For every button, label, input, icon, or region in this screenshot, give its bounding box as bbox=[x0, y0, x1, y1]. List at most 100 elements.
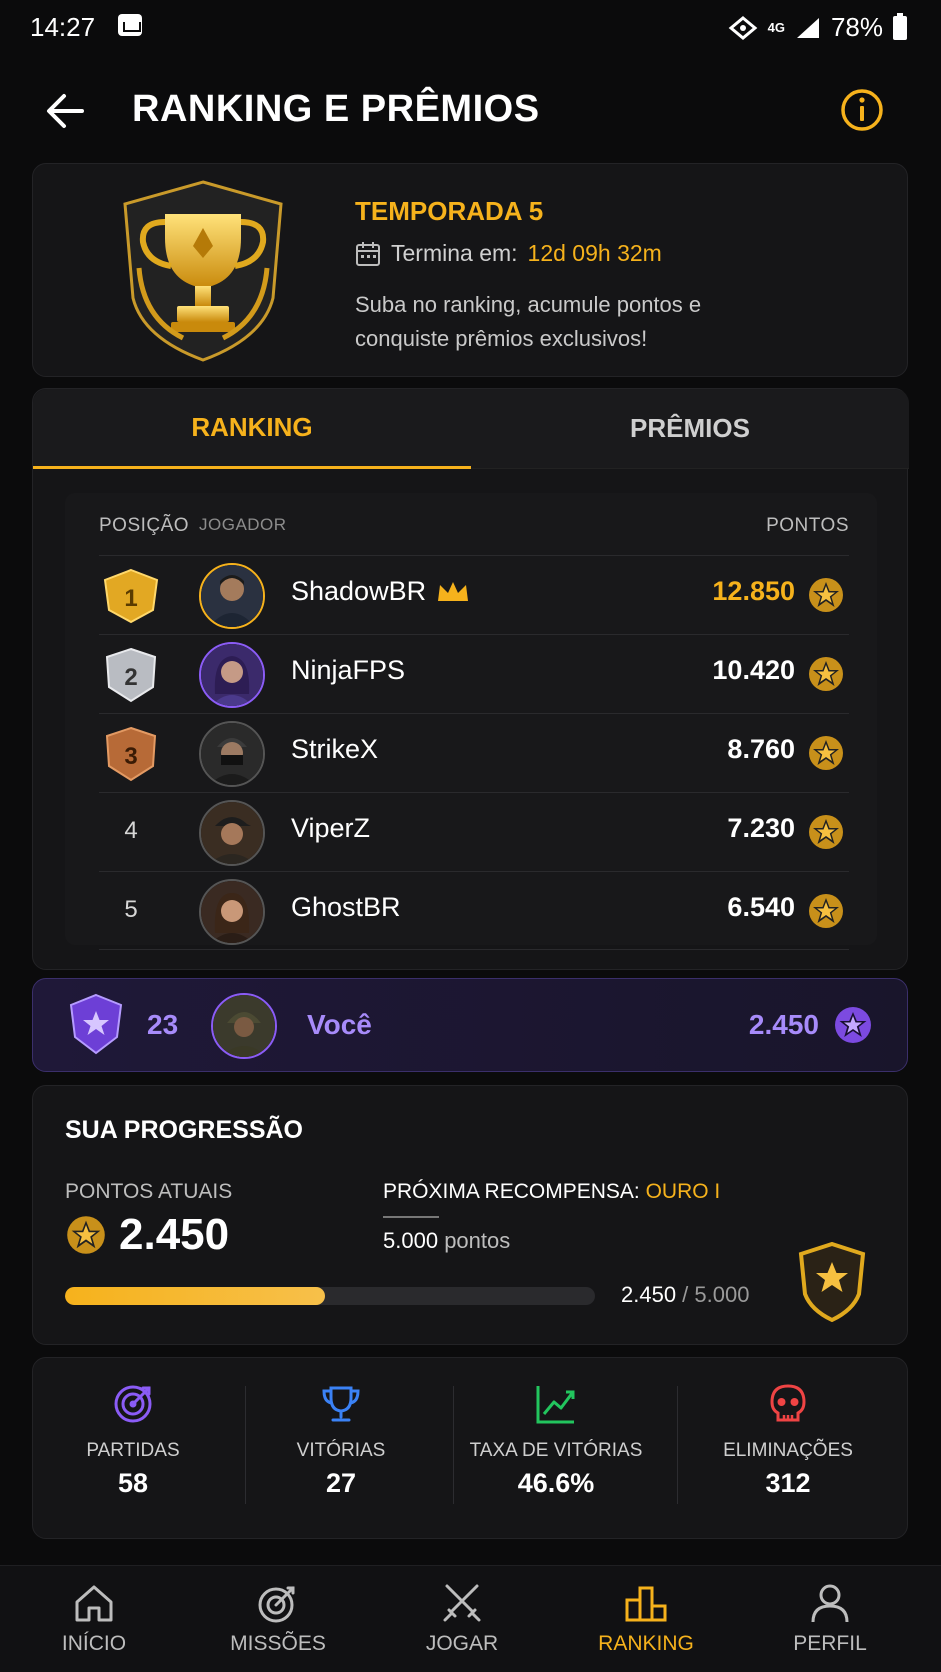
podium-icon bbox=[625, 1586, 667, 1622]
current-points-value: 2.450 bbox=[119, 1210, 230, 1259]
gold-shield-reward-icon bbox=[798, 1242, 866, 1322]
nav-item-missoes[interactable]: MISSÕES bbox=[208, 1580, 348, 1656]
avatar[interactable] bbox=[199, 879, 265, 945]
player-name-text: NinjaFPS bbox=[291, 655, 406, 685]
app-header: RANKING E PRÊMIOS bbox=[0, 70, 941, 150]
star-points-icon bbox=[809, 736, 843, 770]
stat-value: 46.6% bbox=[517, 1468, 595, 1498]
player-name-text: ViperZ bbox=[291, 813, 371, 843]
battery-percent: 78% bbox=[830, 12, 883, 42]
leaderboard-row[interactable]: 2 NinjaFPS 10.420 bbox=[99, 634, 849, 713]
stat-label: ELIMINAÇÕES bbox=[723, 1440, 853, 1461]
season-description: Suba no ranking, acumule pontos e conqui… bbox=[355, 292, 702, 351]
star-points-icon bbox=[67, 1216, 105, 1254]
player-name: ShadowBR bbox=[291, 576, 470, 607]
stat-eliminations: ELIMINAÇÕES 312 bbox=[683, 1382, 893, 1522]
next-reward-prefix: PRÓXIMA RECOMPENSA: bbox=[383, 1180, 640, 1203]
season-title: TEMPORADA 5 bbox=[355, 196, 544, 226]
back-arrow-icon[interactable] bbox=[40, 86, 90, 136]
purple-rank-badge-icon bbox=[69, 993, 123, 1055]
progress-card: SUA PROGRESSÃO PONTOS ATUAIS 2.450 PRÓXI… bbox=[32, 1085, 908, 1345]
player-points: 12.850 bbox=[712, 576, 795, 606]
crown-icon bbox=[438, 581, 469, 601]
stat-win-rate: TAXA DE VITÓRIAS 46.6% bbox=[451, 1382, 661, 1522]
your-avatar[interactable] bbox=[211, 993, 277, 1059]
player-name: NinjaFPS bbox=[291, 655, 405, 686]
skull-icon bbox=[770, 1384, 806, 1422]
player-name-text: ShadowBR bbox=[291, 576, 427, 606]
progress-separator: / bbox=[676, 1282, 695, 1307]
tab-premios[interactable]: PRÊMIOS bbox=[471, 389, 909, 469]
stat-label: VITÓRIAS bbox=[296, 1440, 386, 1461]
hotspot-icon bbox=[728, 15, 757, 40]
player-name: ViperZ bbox=[291, 813, 370, 844]
star-points-icon bbox=[809, 657, 843, 691]
season-ends-value: 12d 09h 32m bbox=[527, 240, 662, 266]
divider bbox=[383, 1216, 439, 1218]
network-type: 4G bbox=[767, 19, 785, 35]
column-header-player: JOGADOR bbox=[199, 515, 287, 534]
purple-star-points-icon bbox=[835, 1007, 871, 1043]
stat-value: 58 bbox=[117, 1468, 149, 1498]
bottom-navigation: INÍCIO MISSÕES JOGAR RANKING PERFIL bbox=[0, 1565, 941, 1672]
nav-item-ranking[interactable]: RANKING bbox=[576, 1580, 716, 1656]
player-points: 10.420 bbox=[712, 655, 795, 685]
rank-badge-number: 2 bbox=[124, 664, 137, 691]
progress-current: 2.450 bbox=[621, 1282, 677, 1307]
next-reward-label: PRÓXIMA RECOMPENSA: OURO I bbox=[383, 1180, 720, 1204]
gold-rank-badge-icon: 1 bbox=[103, 568, 159, 624]
season-card: TEMPORADA 5 Termina em: 12d 09h 32m Suba… bbox=[32, 163, 908, 377]
status-time: 14:27 bbox=[30, 12, 96, 42]
leaderboard-row[interactable]: 5 GhostBR 6.540 bbox=[99, 871, 849, 950]
page-title: RANKING E PRÊMIOS bbox=[132, 88, 540, 130]
avatar[interactable] bbox=[199, 642, 265, 708]
stat-value: 27 bbox=[325, 1468, 357, 1498]
avatar[interactable] bbox=[199, 563, 265, 629]
next-reward-name: OURO I bbox=[645, 1180, 721, 1203]
calendar-icon bbox=[356, 241, 380, 266]
star-points-icon bbox=[809, 894, 843, 928]
leaderboard: POSIÇÃO JOGADOR PONTOS 1 ShadowBR 12.850… bbox=[65, 493, 877, 950]
player-points: 6.540 bbox=[727, 892, 795, 922]
nav-label: PERFIL bbox=[793, 1632, 867, 1655]
leaderboard-row[interactable]: 4 ViperZ 7.230 bbox=[99, 792, 849, 871]
nav-item-perfil[interactable]: PERFIL bbox=[760, 1580, 900, 1656]
target-icon bbox=[114, 1385, 152, 1423]
player-name-text: GhostBR bbox=[291, 892, 401, 922]
nav-label: INÍCIO bbox=[61, 1632, 127, 1655]
next-reward-points-unit: pontos bbox=[444, 1228, 511, 1253]
leaderboard-row[interactable]: 1 ShadowBR 12.850 bbox=[99, 555, 849, 634]
player-name-text: StrikeX bbox=[291, 734, 379, 764]
info-icon[interactable] bbox=[838, 86, 886, 134]
tab-ranking[interactable]: RANKING bbox=[33, 389, 471, 469]
missions-icon bbox=[258, 1586, 295, 1623]
silver-rank-badge-icon: 2 bbox=[105, 647, 157, 703]
trophy-emblem-icon bbox=[123, 180, 283, 362]
your-name: Você bbox=[307, 1009, 372, 1040]
your-rank-row[interactable]: 23 Você 2.450 bbox=[32, 978, 908, 1072]
rank-number: 5 bbox=[124, 896, 138, 923]
column-header-points: PONTOS bbox=[766, 515, 849, 536]
gallery-notification-icon bbox=[118, 14, 142, 36]
next-reward-points-value: 5.000 bbox=[383, 1228, 439, 1253]
current-points-label: PONTOS ATUAIS bbox=[65, 1180, 233, 1203]
star-points-icon bbox=[809, 815, 843, 849]
nav-item-jogar[interactable]: JOGAR bbox=[392, 1580, 532, 1656]
leaderboard-row[interactable]: 3 StrikeX 8.760 bbox=[99, 713, 849, 792]
bronze-rank-badge-icon: 3 bbox=[105, 726, 157, 782]
stat-wins: VITÓRIAS 27 bbox=[261, 1382, 421, 1522]
nav-item-inicio[interactable]: INÍCIO bbox=[24, 1580, 164, 1656]
divider bbox=[245, 1386, 246, 1504]
rank-badge-number: 1 bbox=[124, 585, 137, 612]
your-rank-number: 23 bbox=[147, 1009, 179, 1040]
current-points: 2.450 bbox=[65, 1210, 229, 1260]
season-ends-label: Termina em: bbox=[391, 240, 518, 266]
stat-value: 312 bbox=[765, 1468, 811, 1498]
avatar[interactable] bbox=[199, 721, 265, 787]
season-countdown: Termina em: 12d 09h 32m bbox=[355, 240, 662, 267]
avatar[interactable] bbox=[199, 800, 265, 866]
progress-bar-text: 2.450 / 5.000 bbox=[621, 1282, 749, 1308]
nav-label: MISSÕES bbox=[230, 1632, 326, 1655]
stat-label: TAXA DE VITÓRIAS bbox=[469, 1440, 643, 1461]
stat-matches: PARTIDAS 58 bbox=[53, 1382, 213, 1522]
